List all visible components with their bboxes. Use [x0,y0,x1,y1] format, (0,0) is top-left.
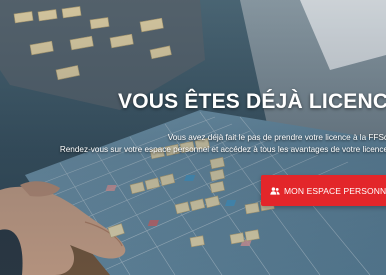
personal-space-button[interactable]: MON ESPACE PERSONNEL [261,175,386,206]
hero-description-line-1: Vous avez déjà fait le pas de prendre vo… [167,133,386,142]
personal-space-button-label: MON ESPACE PERSONNEL [284,185,386,196]
users-icon [270,186,280,195]
hero-description-line-2: Rendez-vous sur votre espace personnel e… [59,145,386,154]
hero-headline: VOUS ÊTES DÉJÀ LICENCIÉ(E) [118,90,386,113]
hero-banner: VOUS ÊTES DÉJÀ LICENCIÉ(E) Vous avez déj… [0,0,386,275]
